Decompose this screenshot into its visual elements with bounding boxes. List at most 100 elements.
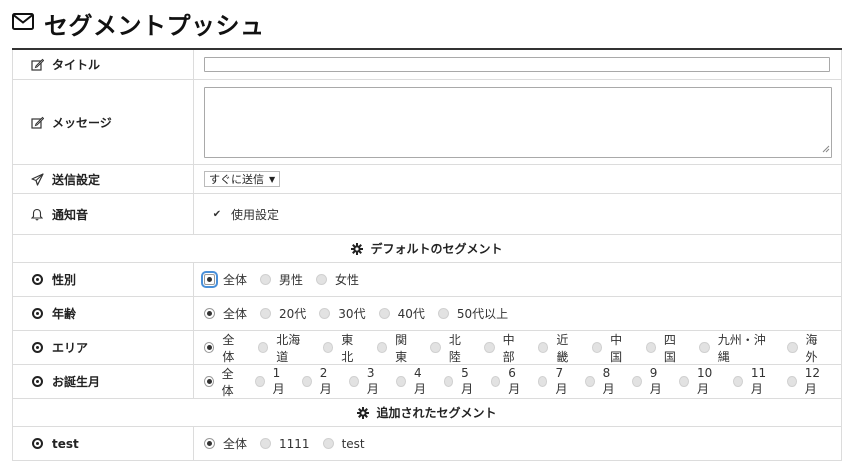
segment-option[interactable]: 全体 [204, 435, 247, 452]
radio-button[interactable] [490, 376, 501, 387]
segment-option[interactable]: 2月 [302, 366, 336, 397]
radio-button[interactable] [322, 438, 334, 449]
segment-option[interactable]: 11月 [733, 366, 774, 397]
segment-option[interactable]: 関東 [376, 331, 418, 365]
segment-option[interactable]: 男性 [260, 271, 303, 288]
edit-icon [30, 58, 44, 72]
radio-button[interactable] [316, 274, 328, 285]
option-label: 九州・沖縄 [717, 332, 766, 364]
segment-option[interactable]: 四国 [645, 331, 687, 365]
dot-circle-icon-shape [31, 438, 43, 449]
option-label: 3月 [366, 366, 379, 396]
radio-button[interactable] [204, 376, 214, 387]
segment-label-cell: エリア [13, 331, 194, 364]
option-label: 全体 [222, 332, 235, 364]
radio-button[interactable] [378, 308, 390, 319]
option-label: 中部 [502, 332, 515, 364]
push-form: タイトル メッセージ 送信設定 すぐに送信 ▼ 通知音 ✔ 使用設定 デフォルト… [12, 50, 842, 461]
radio-button[interactable] [591, 342, 603, 353]
segment-option[interactable]: 40代 [378, 305, 425, 322]
segment-radio-group: 全体 男性 女性 [201, 271, 372, 288]
radio-button[interactable] [443, 376, 454, 387]
segment-option[interactable]: 中部 [484, 331, 525, 365]
radio-button[interactable] [484, 342, 495, 353]
radio-button[interactable] [376, 342, 388, 353]
segment-option[interactable]: 6月 [490, 366, 525, 397]
option-label: 30代 [338, 307, 366, 321]
radio-button[interactable] [537, 376, 548, 387]
radio-button[interactable] [260, 308, 272, 319]
dot-circle-icon-shape [31, 274, 43, 285]
segment-option[interactable]: 9月 [632, 366, 666, 397]
radio-button[interactable] [319, 308, 331, 319]
radio-button[interactable] [645, 342, 656, 353]
radio-button[interactable] [204, 342, 215, 353]
option-label: 4月 [414, 366, 427, 396]
radio-button[interactable] [322, 342, 334, 353]
radio-button[interactable] [260, 274, 272, 285]
radio-button[interactable] [302, 376, 312, 387]
segment-option[interactable]: 8月 [585, 366, 619, 397]
radio-button[interactable] [204, 438, 215, 449]
default-segment-header: デフォルトのセグメント [12, 235, 842, 263]
radio-button[interactable] [257, 342, 269, 353]
radio-button[interactable] [699, 342, 710, 353]
radio-button[interactable] [733, 376, 743, 387]
option-label: 7月 [555, 366, 568, 396]
segment-option[interactable]: 1月 [255, 366, 289, 397]
radio-button[interactable] [201, 271, 218, 288]
option-label: 9月 [649, 366, 662, 396]
radio-button[interactable] [396, 376, 407, 387]
segment-label: お誕生月 [52, 375, 101, 389]
envelope-icon [12, 13, 34, 33]
segment-option[interactable]: 10月 [679, 366, 720, 397]
segment-option[interactable]: 5月 [443, 366, 478, 397]
segment-option[interactable]: 中国 [591, 331, 633, 365]
segment-option[interactable]: 12月 [787, 366, 828, 397]
page-header: セグメントプッシュ [12, 0, 842, 50]
segment-option[interactable]: 東北 [322, 331, 364, 365]
radio-button[interactable] [585, 376, 595, 387]
radio-button[interactable] [349, 376, 359, 387]
message-textarea[interactable] [204, 86, 832, 158]
segment-option[interactable]: 7月 [537, 366, 572, 397]
segment-option[interactable]: 全体 [204, 365, 242, 399]
option-label: 2月 [319, 366, 332, 396]
radio-button[interactable] [787, 376, 797, 387]
segment-option[interactable]: 4月 [396, 366, 430, 397]
radio-button[interactable] [204, 308, 215, 319]
segment-option[interactable]: 全体 [204, 305, 247, 322]
segment-option[interactable]: 20代 [260, 305, 306, 322]
segment-option[interactable]: 50代以上 [437, 305, 508, 322]
segment-option[interactable]: 近畿 [537, 331, 579, 365]
segment-label-cell: お誕生月 [13, 365, 194, 398]
segment-option[interactable]: 北陸 [430, 331, 471, 365]
radio-button[interactable] [787, 342, 798, 353]
segment-option[interactable]: test [322, 437, 365, 451]
radio-button[interactable] [679, 376, 689, 387]
segment-radio-group: 全体 1月 2月 3月 4月 5月 6月 7月 8月 9月 10月 11月 12月 [204, 365, 841, 399]
radio-button[interactable] [430, 342, 441, 353]
segment-option[interactable]: 1111 [260, 437, 310, 451]
sound-checkbox-label: 使用設定 [231, 207, 280, 222]
radio-button[interactable] [437, 308, 449, 319]
radio-button[interactable] [260, 438, 272, 449]
segment-option[interactable]: 北海道 [257, 331, 310, 365]
resize-grip-icon[interactable] [822, 142, 830, 156]
segment-label: 性別 [52, 273, 77, 287]
radio-button[interactable] [537, 342, 549, 353]
option-label: 全体 [221, 366, 234, 398]
title-input[interactable] [204, 57, 830, 72]
segment-option[interactable]: 30代 [319, 305, 366, 322]
segment-option[interactable]: 九州・沖縄 [699, 331, 774, 365]
radio-button[interactable] [255, 376, 265, 387]
send-timing-select[interactable]: すぐに送信 ▼ [204, 171, 281, 187]
segment-radio-group: 全体 1111 test [204, 435, 378, 452]
segment-option[interactable]: 3月 [349, 366, 383, 397]
segment-option[interactable]: 海外 [787, 331, 828, 365]
radio-button[interactable] [632, 376, 642, 387]
segment-option[interactable]: 全体 [204, 331, 245, 365]
segment-option[interactable]: 女性 [316, 271, 359, 288]
sound-checkbox[interactable]: ✔ [212, 209, 222, 220]
segment-option[interactable]: 全体 [201, 271, 247, 288]
